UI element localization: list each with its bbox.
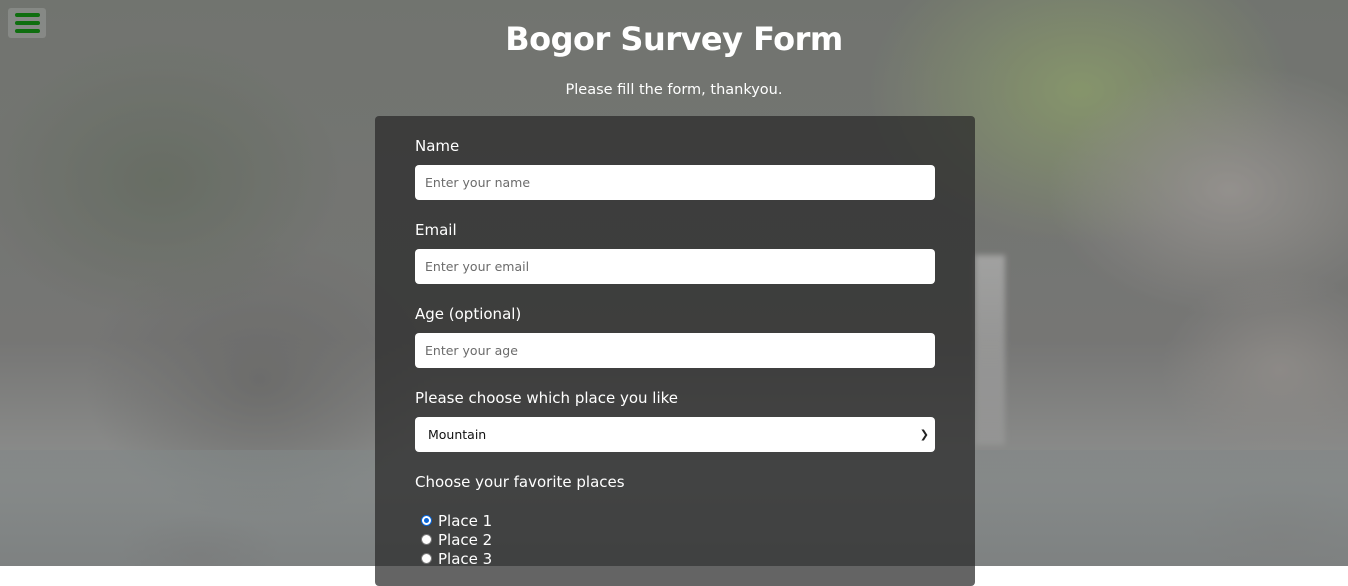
page-title: Bogor Survey Form	[505, 20, 843, 58]
age-label: Age (optional)	[415, 305, 522, 323]
radio-label: Place 1	[438, 511, 493, 530]
place-select-label: Please choose which place you like	[415, 389, 678, 407]
favorites-label: Choose your favorite places	[415, 473, 625, 491]
age-input[interactable]	[415, 333, 935, 368]
place-select[interactable]: Mountain ❯	[415, 417, 935, 452]
email-input[interactable]	[415, 249, 935, 284]
radio-option-place-2[interactable]: Place 2	[421, 530, 492, 549]
radio-option-place-1[interactable]: Place 1	[421, 511, 492, 530]
chevron-down-icon: ❯	[919, 428, 929, 441]
radio-label: Place 2	[438, 530, 493, 549]
radio-button[interactable]	[421, 515, 432, 526]
email-label: Email	[415, 221, 457, 239]
survey-form: Name Email Age (optional) Please choose …	[375, 116, 975, 586]
place-select-value: Mountain	[428, 427, 487, 442]
name-label: Name	[415, 137, 460, 155]
page-description: Please fill the form, thankyou.	[565, 82, 783, 98]
radio-label: Place 3	[438, 549, 493, 568]
name-input[interactable]	[415, 165, 935, 200]
radio-button[interactable]	[421, 534, 432, 545]
hamburger-menu-icon	[15, 13, 40, 17]
radio-button[interactable]	[421, 553, 432, 564]
radio-option-place-3[interactable]: Place 3	[421, 549, 492, 568]
